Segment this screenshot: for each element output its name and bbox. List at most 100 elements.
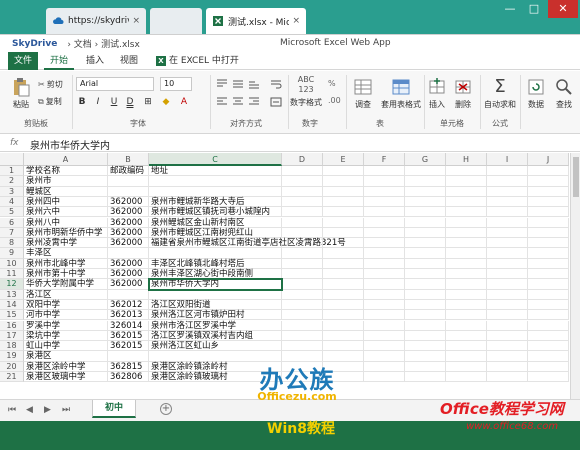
empty-cell[interactable] <box>364 269 405 280</box>
tab-close-icon[interactable]: × <box>132 16 140 26</box>
empty-cell[interactable] <box>364 207 405 218</box>
row-header[interactable]: 20 <box>0 361 24 372</box>
empty-cell[interactable] <box>405 258 446 269</box>
empty-cell[interactable] <box>446 372 487 383</box>
empty-cell[interactable] <box>446 217 487 228</box>
empty-cell[interactable] <box>405 361 446 372</box>
empty-cell[interactable] <box>446 289 487 300</box>
empty-cell[interactable] <box>487 279 528 290</box>
row-header[interactable]: 10 <box>0 258 24 269</box>
empty-cell[interactable] <box>405 310 446 321</box>
empty-cell[interactable] <box>405 330 446 342</box>
cell-b[interactable]: 362000 <box>108 258 149 269</box>
empty-cell[interactable] <box>364 238 405 249</box>
empty-cell[interactable] <box>323 248 364 259</box>
row-header[interactable]: 5 <box>0 207 24 218</box>
empty-cell[interactable] <box>405 320 446 331</box>
align-bottom-icon[interactable] <box>248 79 260 89</box>
find-button[interactable]: 查找 <box>550 77 578 110</box>
open-in-excel-button[interactable]: X 在 EXCEL 中打开 <box>156 52 239 70</box>
cell-b[interactable]: 362015 <box>108 341 149 352</box>
row-header[interactable]: 2 <box>0 176 24 187</box>
empty-cell[interactable] <box>282 207 323 218</box>
cell-b[interactable]: 362815 <box>108 361 149 372</box>
cell-c[interactable]: 泉州市鲤城区镇抚司巷小城隍内 <box>149 207 282 218</box>
empty-cell[interactable] <box>446 279 487 290</box>
empty-cell[interactable] <box>405 289 446 300</box>
row-header[interactable]: 18 <box>0 341 24 352</box>
empty-cell[interactable] <box>282 289 323 300</box>
empty-cell[interactable] <box>487 341 528 352</box>
column-header-f[interactable]: F <box>364 153 405 166</box>
tab-insert[interactable]: 插入 <box>80 52 110 70</box>
empty-cell[interactable] <box>405 269 446 280</box>
empty-cell[interactable] <box>487 248 528 259</box>
cell-a[interactable]: 泉州八中 <box>24 217 108 228</box>
empty-cell[interactable] <box>405 238 446 249</box>
cell-a[interactable]: 双阳中学 <box>24 299 108 311</box>
cell-c[interactable]: 泉州鲤城区金山新村南区 <box>149 217 282 228</box>
empty-cell[interactable] <box>528 341 569 352</box>
empty-cell[interactable] <box>405 166 446 177</box>
empty-cell[interactable] <box>405 217 446 228</box>
empty-cell[interactable] <box>446 269 487 280</box>
empty-cell[interactable] <box>405 227 446 239</box>
browser-tab-skydrive[interactable]: https://skydrive.liv... × <box>46 8 146 34</box>
row-header[interactable]: 4 <box>0 196 24 208</box>
empty-cell[interactable] <box>323 196 364 208</box>
cell-c[interactable]: 泉州市鲤城新华路大寺后 <box>149 196 282 208</box>
empty-cell[interactable] <box>528 310 569 321</box>
empty-cell[interactable] <box>323 217 364 228</box>
empty-cell[interactable] <box>528 372 569 383</box>
delete-cells-button[interactable]: 删除 <box>446 77 480 110</box>
empty-cell[interactable] <box>487 310 528 321</box>
cell-b[interactable] <box>108 351 149 362</box>
empty-cell[interactable] <box>405 207 446 218</box>
empty-cell[interactable] <box>282 320 323 331</box>
empty-cell[interactable] <box>282 310 323 321</box>
empty-cell[interactable] <box>446 248 487 259</box>
empty-cell[interactable] <box>282 238 323 249</box>
cell-a[interactable]: 丰泽区 <box>24 248 108 259</box>
column-header-a[interactable]: A <box>24 153 108 166</box>
column-header-h[interactable]: H <box>446 153 487 166</box>
row-header[interactable]: 21 <box>0 372 24 383</box>
percent-icon[interactable]: % <box>328 79 336 88</box>
cell-c[interactable]: 泉州洛江区虹山乡 <box>149 341 282 352</box>
empty-cell[interactable] <box>364 166 405 177</box>
empty-cell[interactable] <box>487 196 528 208</box>
italic-button[interactable]: I <box>92 96 104 108</box>
row-header[interactable]: 19 <box>0 351 24 362</box>
empty-cell[interactable] <box>487 186 528 197</box>
empty-cell[interactable] <box>528 166 569 177</box>
cell-c[interactable]: 丰泽区北峰镇北峰村塔后 <box>149 258 282 269</box>
cell-b[interactable]: 362000 <box>108 238 149 249</box>
empty-cell[interactable] <box>528 196 569 208</box>
empty-cell[interactable] <box>282 227 323 239</box>
merge-cells-icon[interactable] <box>270 97 282 107</box>
double-underline-button[interactable]: D <box>124 96 136 108</box>
cell-b[interactable]: 362806 <box>108 372 149 383</box>
empty-cell[interactable] <box>364 341 405 352</box>
empty-cell[interactable] <box>405 279 446 290</box>
last-sheet-icon[interactable]: ⏭ <box>62 405 70 415</box>
empty-cell[interactable] <box>405 176 446 187</box>
empty-cell[interactable] <box>364 196 405 208</box>
empty-cell[interactable] <box>364 310 405 321</box>
cell-a[interactable]: 泉州市第十中学 <box>24 269 108 280</box>
empty-cell[interactable] <box>323 330 364 342</box>
font-color-icon[interactable]: A <box>178 96 190 108</box>
empty-cell[interactable] <box>487 176 528 187</box>
tab-home[interactable]: 开始 <box>44 52 75 70</box>
empty-cell[interactable] <box>487 217 528 228</box>
number-format-button[interactable]: ABC 123 数字格式 <box>288 75 324 108</box>
cell-c[interactable]: 洛江区双阳街道 <box>149 299 282 311</box>
empty-cell[interactable] <box>487 227 528 239</box>
cell-b[interactable]: 362000 <box>108 207 149 218</box>
empty-cell[interactable] <box>282 341 323 352</box>
align-top-icon[interactable] <box>216 79 228 89</box>
empty-cell[interactable] <box>487 372 528 383</box>
maximize-button[interactable]: □ <box>522 0 546 18</box>
empty-cell[interactable] <box>364 227 405 239</box>
empty-cell[interactable] <box>528 227 569 239</box>
